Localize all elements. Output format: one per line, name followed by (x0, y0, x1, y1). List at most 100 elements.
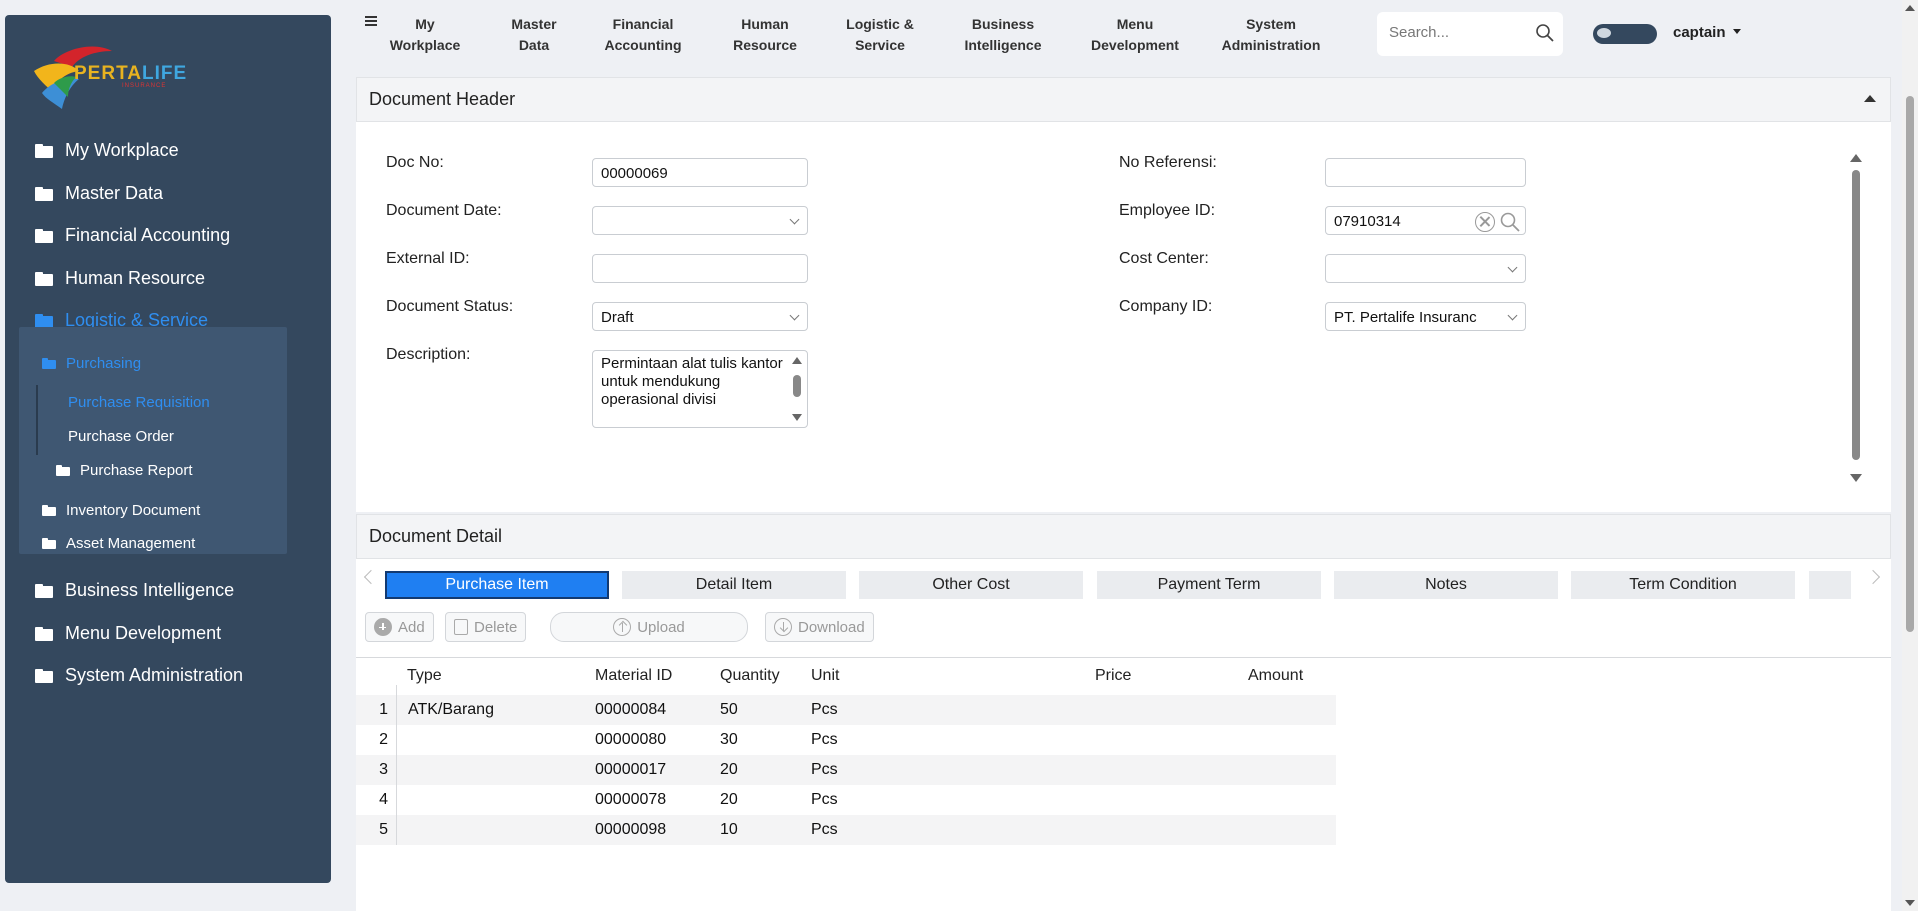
cell-material-id[interactable]: 00000098 (595, 821, 666, 839)
scroll-down-icon[interactable] (792, 414, 802, 421)
scroll-up-icon[interactable] (1850, 154, 1862, 162)
top-menu-human-resource[interactable]: Human Resource (730, 14, 800, 56)
cell-quantity[interactable]: 10 (720, 821, 738, 839)
top-menu-menu-development[interactable]: Menu Development (1090, 14, 1180, 56)
user-menu-toggle[interactable]: captain (1673, 24, 1741, 41)
header-form-scrollbar[interactable] (1845, 150, 1867, 486)
cell-unit[interactable]: Pcs (811, 821, 838, 839)
top-menu-master-data[interactable]: Master Data (504, 14, 564, 56)
top-menu-my-workplace[interactable]: My Workplace (389, 14, 461, 56)
column-header-amount[interactable]: Amount (1248, 667, 1303, 685)
employee-id-field[interactable]: 07910314 (1325, 206, 1526, 235)
no-referensi-field[interactable] (1325, 158, 1526, 187)
sidebar-item-master-data[interactable]: Master Data (35, 183, 163, 204)
top-menu-line2: Workplace (389, 37, 461, 53)
tab-payment-term[interactable]: Payment Term (1097, 571, 1321, 599)
delete-button[interactable]: Delete (445, 612, 527, 642)
column-header-price[interactable]: Price (1095, 667, 1131, 685)
document-header-form (356, 122, 1891, 512)
cell-unit[interactable]: Pcs (811, 731, 838, 749)
document-status-select[interactable]: Draft (592, 302, 808, 331)
top-menu-system-administration[interactable]: System Administration (1221, 14, 1321, 56)
description-textarea[interactable]: Permintaan alat tulis kantor untuk mendu… (592, 350, 808, 428)
table-row[interactable]: 2 00000080 30 Pcs (356, 725, 1336, 755)
cell-unit[interactable]: Pcs (811, 701, 838, 719)
sidebar-item-system-administration[interactable]: System Administration (35, 665, 243, 686)
trash-icon (454, 619, 468, 635)
download-button[interactable]: Download (765, 612, 874, 642)
scroll-thumb[interactable] (1906, 96, 1914, 632)
sidebar-item-menu-development[interactable]: Menu Development (35, 623, 221, 644)
search-input[interactable] (1389, 24, 1519, 41)
no-referensi-label: No Referensi: (1119, 154, 1217, 171)
row-number: 1 (379, 701, 388, 718)
sidebar-item-purchase-order[interactable]: Purchase Order (68, 428, 174, 445)
sidebar-item-financial-accounting[interactable]: Financial Accounting (35, 225, 230, 246)
folder-icon (42, 538, 56, 549)
table-row[interactable]: 4 00000078 20 Pcs (356, 785, 1336, 815)
cell-quantity[interactable]: 20 (720, 761, 738, 779)
page-scrollbar[interactable] (1902, 0, 1918, 911)
document-date-field[interactable] (592, 206, 808, 235)
cell-material-id[interactable]: 00000017 (595, 761, 666, 779)
top-menu-financial-accounting[interactable]: Financial Accounting (603, 14, 683, 56)
table-row[interactable]: 3 00000017 20 Pcs (356, 755, 1336, 785)
submenu-tree-line (36, 385, 38, 455)
sidebar-item-inventory-document[interactable]: Inventory Document (42, 502, 200, 519)
scroll-thumb[interactable] (793, 375, 801, 397)
top-menu-business-intelligence[interactable]: Business Intelligence (963, 14, 1043, 56)
cell-material-id[interactable]: 00000080 (595, 731, 666, 749)
cell-unit[interactable]: Pcs (811, 791, 838, 809)
tab-purchase-item[interactable]: Purchase Item (385, 571, 609, 599)
doc-no-field[interactable]: 00000069 (592, 158, 808, 187)
table-row[interactable]: 1 ATK/Barang 00000084 50 Pcs (356, 695, 1336, 725)
tab-term-condition[interactable]: Term Condition (1571, 571, 1795, 599)
cost-center-select[interactable] (1325, 254, 1526, 283)
sidebar-item-asset-management[interactable]: Asset Management (42, 535, 195, 552)
cell-quantity[interactable]: 30 (720, 731, 738, 749)
column-header-type[interactable]: Type (407, 667, 442, 685)
top-navbar: My Workplace Master Data Financial Accounti… (355, 0, 1895, 64)
search-icon[interactable] (1535, 23, 1555, 43)
sidebar-item-human-resource[interactable]: Human Resource (35, 268, 205, 289)
tab-other-cost[interactable]: Other Cost (859, 571, 1083, 599)
tab-overflow[interactable] (1809, 571, 1851, 599)
table-row[interactable]: 5 00000098 10 Pcs (356, 815, 1336, 845)
upload-button[interactable]: Upload (550, 612, 748, 642)
company-id-select[interactable]: PT. Pertalife Insuranc (1325, 302, 1526, 331)
external-id-field[interactable] (592, 254, 808, 283)
cell-material-id[interactable]: 00000078 (595, 791, 666, 809)
tab-detail-item[interactable]: Detail Item (622, 571, 846, 599)
employee-id-label: Employee ID: (1119, 202, 1216, 219)
cell-type[interactable]: ATK/Barang (408, 701, 494, 719)
scroll-down-icon[interactable] (1850, 474, 1862, 482)
avatar[interactable] (1593, 24, 1657, 44)
sidebar-item-business-intelligence[interactable]: Business Intelligence (35, 580, 234, 601)
cell-quantity[interactable]: 50 (720, 701, 738, 719)
add-button[interactable]: Add (365, 612, 434, 642)
sidebar-item-purchase-requisition[interactable]: Purchase Requisition (68, 394, 210, 411)
sidebar-item-label: System Administration (65, 665, 244, 685)
tab-notes[interactable]: Notes (1334, 571, 1558, 599)
scroll-thumb[interactable] (1852, 170, 1860, 460)
cell-unit[interactable]: Pcs (811, 761, 838, 779)
lookup-search-icon[interactable] (1499, 211, 1521, 233)
folder-icon (42, 505, 56, 516)
scroll-up-icon[interactable] (1905, 5, 1915, 11)
company-logo[interactable]: PERTALIFE INSURANCE (24, 31, 186, 111)
collapse-up-icon[interactable] (1864, 95, 1876, 102)
sidebar-item-my-workplace[interactable]: My Workplace (35, 140, 179, 161)
hamburger-menu-icon[interactable] (365, 16, 377, 26)
column-header-quantity[interactable]: Quantity (720, 667, 780, 685)
textarea-scrollbar[interactable] (791, 355, 803, 423)
column-header-material-id[interactable]: Material ID (595, 667, 672, 685)
cell-material-id[interactable]: 00000084 (595, 701, 666, 719)
clear-icon[interactable] (1475, 212, 1495, 232)
sidebar-item-purchasing[interactable]: Purchasing (42, 355, 141, 372)
top-menu-logistic-service[interactable]: Logistic & Service (845, 14, 915, 56)
column-header-unit[interactable]: Unit (811, 667, 839, 685)
sidebar-item-purchase-report[interactable]: Purchase Report (56, 462, 193, 479)
scroll-up-icon[interactable] (792, 357, 802, 364)
cell-quantity[interactable]: 20 (720, 791, 738, 809)
scroll-down-icon[interactable] (1905, 900, 1915, 906)
